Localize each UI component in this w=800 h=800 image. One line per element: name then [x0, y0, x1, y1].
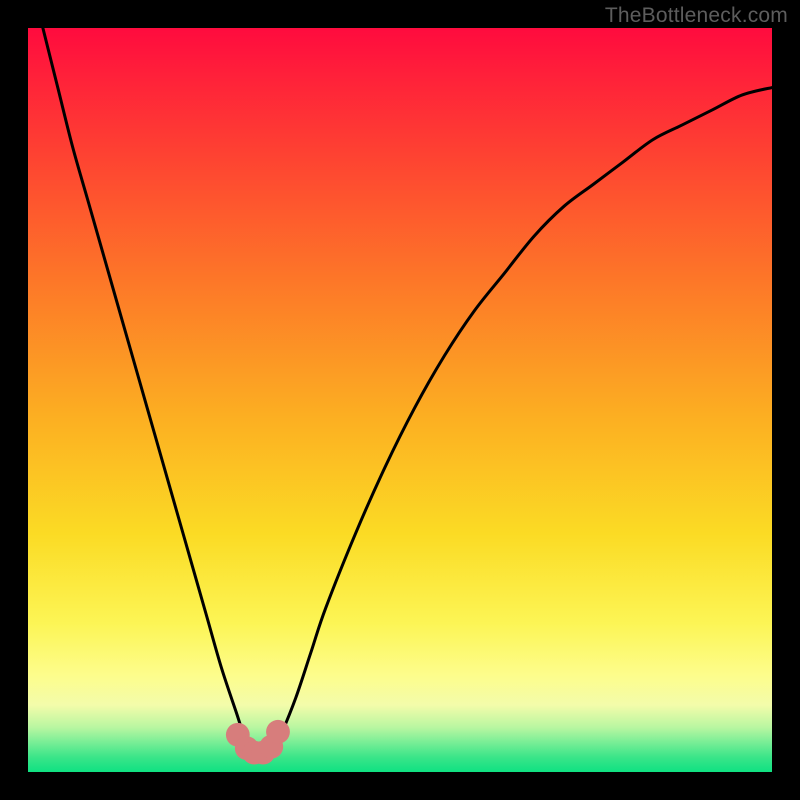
- dip-right-edge: [266, 720, 290, 744]
- bottleneck-curve: [43, 28, 772, 754]
- chart-svg: [28, 28, 772, 772]
- watermark-text: TheBottleneck.com: [605, 4, 788, 28]
- dip-markers: [226, 720, 290, 765]
- chart-frame: TheBottleneck.com: [0, 0, 800, 800]
- plot-area: [28, 28, 772, 772]
